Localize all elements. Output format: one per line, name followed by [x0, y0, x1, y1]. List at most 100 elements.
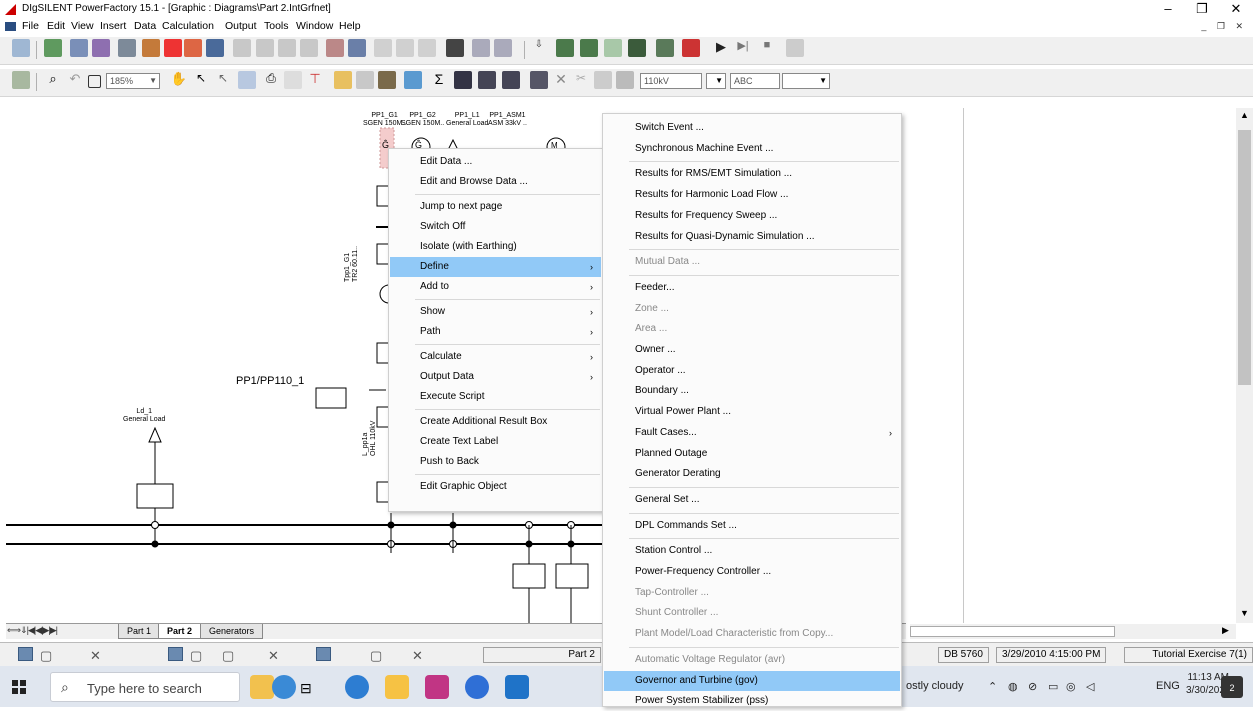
menu-item-synchronous-machine-event[interactable]: Synchronous Machine Event ...	[604, 139, 900, 159]
menu-item-results-for-harmonic-load-flow[interactable]: Results for Harmonic Load Flow ...	[604, 185, 900, 205]
menu-item-results-for-quasi-dynamic-simulation[interactable]: Results for Quasi-Dynamic Simulation ...	[604, 227, 900, 247]
layer-icon[interactable]: ⊤	[306, 71, 324, 89]
menu-item-path[interactable]: Path ›	[390, 322, 601, 342]
menu-tools[interactable]: Tools	[264, 20, 289, 32]
simulation-events-icon[interactable]	[682, 39, 700, 57]
edit-project-icon[interactable]	[326, 39, 344, 57]
reliability-icon[interactable]	[206, 39, 224, 57]
zoom-all-icon[interactable]	[88, 75, 101, 88]
pan-hand-icon[interactable]: ✋	[170, 71, 188, 89]
graphic-options-icon[interactable]	[238, 71, 256, 89]
menu-item-create-additional-result-box[interactable]: Create Additional Result Box	[390, 412, 601, 432]
print-icon[interactable]: ⎙	[262, 71, 280, 89]
menu-item-power-system-stabilizer-pss[interactable]: Power System Stabilizer (pss)	[604, 691, 900, 711]
show-hidden-icons-icon[interactable]: ⌃	[988, 680, 997, 693]
close-button[interactable]: ✕	[1224, 0, 1248, 18]
stop-icon[interactable]: ■	[758, 39, 776, 57]
window-thumb-1-icon[interactable]	[18, 647, 33, 661]
mdi-controls[interactable]: _ ❐ ✕	[1201, 21, 1247, 32]
battery-icon[interactable]: ▭	[1048, 680, 1058, 693]
zoom-icon[interactable]: ⌕	[44, 71, 62, 89]
study-case-icon[interactable]	[348, 39, 366, 57]
scroll-right-icon[interactable]: ▶	[1222, 625, 1229, 636]
menu-item-operator[interactable]: Operator ...	[604, 361, 900, 381]
insert-page-icon[interactable]	[284, 71, 302, 89]
menu-item-define[interactable]: Define ›	[390, 257, 601, 277]
menu-item-jump-to-next-page[interactable]: Jump to next page	[390, 197, 601, 217]
menu-insert[interactable]: Insert	[100, 20, 126, 32]
colour-representation-icon[interactable]	[356, 71, 374, 89]
zoom-back-icon[interactable]: ↶	[66, 71, 84, 89]
menu-item-station-control[interactable]: Station Control ...	[604, 541, 900, 561]
task-view-icon[interactable]: ⊟	[300, 680, 312, 697]
menu-item-general-set[interactable]: General Set ...	[604, 490, 900, 510]
menu-item-switch-event[interactable]: Switch Event ...	[604, 118, 900, 138]
taskbar-search-box[interactable]: ⌕ Type here to search	[50, 672, 240, 702]
initial-conditions-icon[interactable]	[604, 39, 622, 57]
menu-data[interactable]: Data	[134, 20, 156, 32]
tab-part-1[interactable]: Part 1	[118, 624, 161, 639]
menu-item-generator-derating[interactable]: Generator Derating	[604, 464, 900, 484]
window-thumb-3-icon[interactable]	[316, 647, 331, 661]
scroll-down-icon[interactable]: ▼	[1240, 608, 1249, 618]
window-thumb-2-restore-icon[interactable]: ▢	[190, 648, 202, 664]
text-style-dropdown[interactable]: ▼	[782, 73, 830, 89]
menu-item-virtual-power-plant[interactable]: Virtual Power Plant ...	[604, 402, 900, 422]
window-thumb-3-restore-icon[interactable]: ▢	[370, 648, 382, 664]
horizontal-scroll-thumb[interactable]	[910, 626, 1115, 637]
menu-view[interactable]: View	[71, 20, 94, 32]
menu-item-governor-and-turbine-gov[interactable]: Governor and Turbine (gov)	[604, 670, 900, 691]
reset-calculation-icon[interactable]	[418, 39, 436, 57]
title-block-icon[interactable]	[478, 71, 496, 89]
menu-item-edit-graphic-object[interactable]: Edit Graphic Object	[390, 477, 601, 497]
modal-analysis-icon[interactable]	[628, 39, 646, 57]
select-pointer-icon[interactable]: ↖	[192, 71, 210, 89]
variation-icon[interactable]	[396, 39, 414, 57]
volume-icon[interactable]: ◁	[1086, 680, 1094, 693]
network-reduction-icon[interactable]	[300, 39, 318, 57]
window-thumb-2-icon[interactable]	[168, 647, 183, 661]
minimize-button[interactable]: –	[1156, 0, 1180, 18]
state-estimation-icon[interactable]	[278, 39, 296, 57]
copy-icon[interactable]	[594, 71, 612, 89]
menu-item-isolate-with-earthing[interactable]: Isolate (with Earthing)	[390, 237, 601, 257]
menu-item-add-to[interactable]: Add to ›	[390, 277, 601, 297]
result-window-icon[interactable]	[494, 39, 512, 57]
taskbar-people-icon[interactable]	[272, 675, 296, 699]
menu-output[interactable]: Output	[225, 20, 257, 32]
menu-item-power-frequency-controller[interactable]: Power-Frequency Controller ...	[604, 562, 900, 582]
network-icon[interactable]: ◎	[1066, 680, 1076, 693]
weather-text[interactable]: ostly cloudy	[906, 680, 963, 692]
contingency-icon[interactable]	[142, 39, 160, 57]
window-thumb-2-restore2-icon[interactable]: ▢	[222, 648, 234, 664]
window-thumb-1-close-icon[interactable]: ✕	[90, 648, 101, 664]
emt-simulation-icon[interactable]	[580, 39, 598, 57]
user-settings-icon[interactable]	[446, 39, 464, 57]
edit-object-icon[interactable]	[530, 71, 548, 89]
menu-item-feeder[interactable]: Feeder...	[604, 278, 900, 298]
voltage-level-field[interactable]: 110kV	[640, 73, 702, 89]
window-thumb-2-close-icon[interactable]: ✕	[268, 648, 279, 664]
edit-dynamic-icon[interactable]	[656, 39, 674, 57]
freeze-mode-icon[interactable]: ↖	[214, 71, 232, 89]
edge-browser-icon[interactable]	[345, 675, 369, 699]
paste-icon[interactable]	[616, 71, 634, 89]
report-icon[interactable]	[118, 39, 136, 57]
play-icon[interactable]: ▶	[712, 39, 730, 57]
instagram-icon[interactable]	[425, 675, 449, 699]
menu-edit[interactable]: Edit	[47, 20, 65, 32]
menu-item-output-data[interactable]: Output Data ›	[390, 367, 601, 387]
background-icon[interactable]	[334, 71, 352, 89]
menu-item-calculate[interactable]: Calculate ›	[390, 347, 601, 367]
menu-item-owner[interactable]: Owner ...	[604, 340, 900, 360]
short-circuit-icon[interactable]	[92, 39, 110, 57]
toolbar-overflow-icon[interactable]: ⇩	[530, 39, 548, 57]
camera-off-icon[interactable]: ⊘	[1028, 680, 1037, 693]
rms-simulation-icon[interactable]	[556, 39, 574, 57]
open-project-icon[interactable]	[12, 39, 30, 57]
text-style-field[interactable]: ABC	[730, 73, 780, 89]
tab-generators[interactable]: Generators	[200, 624, 264, 639]
operation-scenario-icon[interactable]	[374, 39, 392, 57]
delete-icon[interactable]: ✕	[552, 71, 570, 89]
plot-icon[interactable]	[786, 39, 804, 57]
